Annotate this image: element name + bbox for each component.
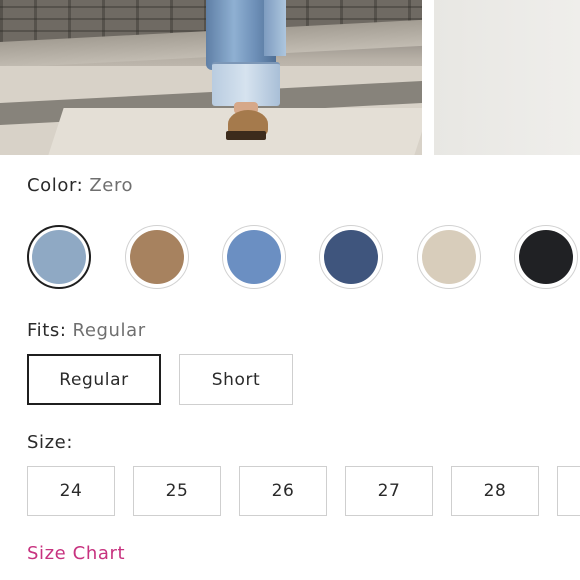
fits-label: Fits: <box>27 320 67 341</box>
size-label: Size: <box>27 432 74 453</box>
swatch-fill <box>130 230 184 284</box>
color-swatch-dark-indigo[interactable] <box>319 225 383 289</box>
color-swatch-ecru[interactable] <box>417 225 481 289</box>
size-option-24[interactable]: 24 <box>27 466 115 516</box>
color-selected-value: Zero <box>89 175 134 196</box>
fit-option-regular[interactable]: Regular <box>27 354 161 405</box>
swatch-fill <box>32 230 86 284</box>
fits-label-row: Fits: Regular <box>27 320 146 341</box>
color-label: Color: <box>27 175 84 196</box>
size-option-25[interactable]: 25 <box>133 466 221 516</box>
size-option-28[interactable]: 28 <box>451 466 539 516</box>
product-photo-main[interactable] <box>0 0 422 155</box>
color-swatch-medium-blue[interactable] <box>222 225 286 289</box>
product-photo-secondary[interactable] <box>434 0 580 155</box>
photo-jeans-cuff <box>212 62 280 106</box>
swatch-fill <box>324 230 378 284</box>
color-swatch-tan[interactable] <box>125 225 189 289</box>
swatch-fill <box>227 230 281 284</box>
swatch-fill <box>519 230 573 284</box>
swatch-fill <box>422 230 476 284</box>
color-swatch-black[interactable] <box>514 225 578 289</box>
fit-option-short[interactable]: Short <box>179 354 293 405</box>
size-chart-link[interactable]: Size Chart <box>27 543 125 564</box>
photo-jeans-leg-rear <box>264 0 286 56</box>
color-swatch-list <box>0 225 580 291</box>
fits-selected-value: Regular <box>72 320 146 341</box>
size-option-next-partial[interactable] <box>557 466 580 516</box>
size-option-27[interactable]: 27 <box>345 466 433 516</box>
color-swatch-light-wash[interactable] <box>27 225 91 289</box>
color-label-row: Color: Zero <box>27 175 133 196</box>
product-image-strip <box>0 0 580 155</box>
size-label-row: Size: <box>27 432 73 453</box>
photo-clog-sole <box>226 131 266 140</box>
size-option-26[interactable]: 26 <box>239 466 327 516</box>
